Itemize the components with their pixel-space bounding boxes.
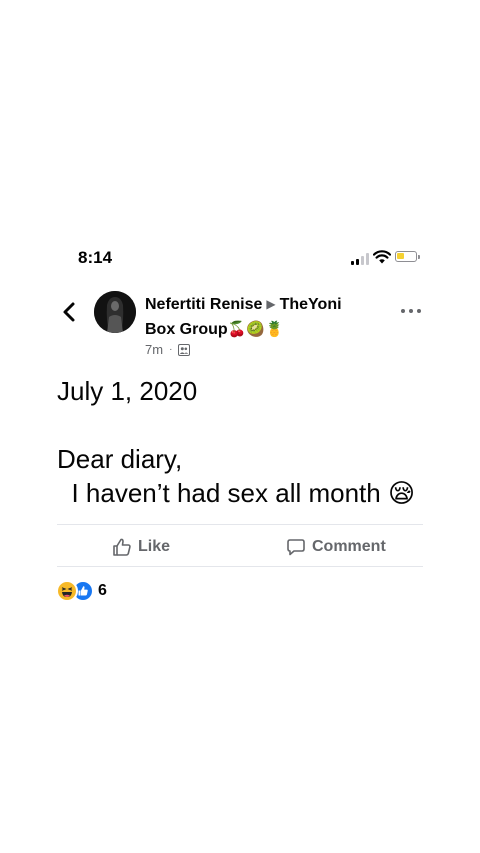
post-header-text: Nefertiti Renise ▶ TheYoni Box Group🍒🥝🍍	[145, 292, 380, 342]
meta-separator: ·	[169, 344, 173, 355]
post-text-line: I haven’t had sex all month 😪	[57, 476, 427, 510]
back-chevron-icon[interactable]	[58, 300, 80, 324]
avatar-photo	[94, 291, 136, 333]
group-name-continued[interactable]: Box Group	[145, 321, 228, 338]
status-time: 8:14	[78, 248, 113, 267]
cellular-signal-icon	[351, 253, 371, 265]
group-name[interactable]: TheYoni	[280, 296, 342, 313]
comment-label: Comment	[312, 538, 386, 555]
post-body: July 1, 2020 Dear diary, I haven’t had s…	[57, 374, 427, 510]
comment-button[interactable]: Comment	[286, 534, 386, 560]
status-bar: 8:14	[0, 244, 480, 274]
like-label: Like	[138, 538, 171, 555]
battery-icon	[395, 251, 417, 262]
post-text: I haven’t had sex all month	[57, 478, 381, 508]
reaction-count: 6	[98, 582, 107, 599]
post-meta: 7m ·	[145, 342, 191, 357]
post-text-line: July 1, 2020	[57, 376, 198, 406]
comment-bubble-icon	[287, 539, 305, 556]
haha-reaction-icon	[56, 580, 78, 602]
author-name[interactable]: Nefertiti Renise	[145, 296, 262, 313]
sleepy-face-emoji: 😪	[387, 478, 416, 508]
arrow-right-icon: ▶	[266, 297, 276, 311]
wifi-icon	[373, 250, 391, 264]
divider	[57, 566, 423, 567]
group-emojis: 🍒🥝🍍	[227, 321, 284, 338]
post-text-line: Dear diary,	[57, 444, 183, 474]
post-timestamp[interactable]: 7m	[145, 342, 163, 357]
more-options-icon[interactable]	[400, 304, 422, 318]
thumbs-up-icon	[113, 538, 131, 556]
group-members-icon	[178, 343, 191, 356]
avatar[interactable]	[94, 291, 136, 333]
reactions-summary[interactable]: 6	[56, 580, 107, 602]
divider	[57, 524, 423, 525]
like-button[interactable]: Like	[112, 534, 170, 560]
